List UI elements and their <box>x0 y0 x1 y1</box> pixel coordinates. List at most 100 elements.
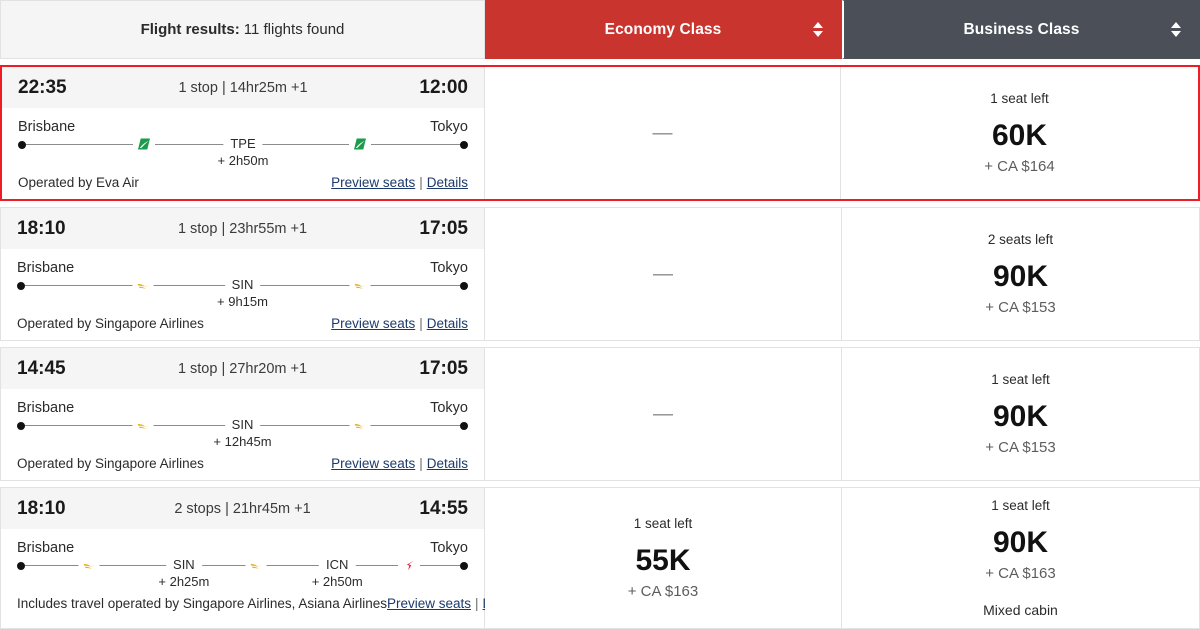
preview-seats-link[interactable]: Preview seats <box>387 596 471 611</box>
route-destination-dot <box>460 421 468 430</box>
origin-city: Brisbane <box>18 119 76 135</box>
business-fare-cell[interactable]: 1 seat left 90K + CA $153 <box>842 347 1200 481</box>
flight-time-strip: 18:10 2 stops | 21hr45m +1 14:55 <box>1 488 484 529</box>
flight-time-strip: 14:45 1 stop | 27hr20m +1 17:05 <box>1 348 484 389</box>
results-table-header: Flight results: 11 flights found Economy… <box>0 0 1200 59</box>
departure-time: 14:45 <box>17 357 66 379</box>
table-row[interactable]: 18:10 1 stop | 23hr55m +1 17:05 Brisbane Tok… <box>0 207 1200 341</box>
city-line: Brisbane Tokyo <box>17 260 468 276</box>
seats-left-label: 1 seat left <box>991 498 1050 513</box>
row-action-links: Preview seats | Details <box>331 456 468 471</box>
route-area: Brisbane Tokyo SIN + 12h45m <box>1 389 484 449</box>
details-link[interactable]: Details <box>427 316 468 331</box>
business-class-label: Business Class <box>963 20 1080 38</box>
flight-itinerary-cell[interactable]: 22:35 1 stop | 14hr25m +1 12:00 Brisbane Tok… <box>2 67 485 199</box>
destination-city: Tokyo <box>430 119 468 135</box>
city-line: Brisbane Tokyo <box>18 119 468 135</box>
business-fare-cell[interactable]: 2 seats left 90K + CA $153 <box>842 207 1200 341</box>
layover-airport-code: SIN <box>166 558 202 571</box>
destination-city: Tokyo <box>430 540 468 556</box>
fare-cash-amount: + CA $164 <box>984 157 1055 175</box>
economy-fare-cell: — <box>485 347 842 481</box>
fare-cash-amount: + CA $163 <box>985 564 1056 582</box>
departure-time: 22:35 <box>18 76 67 98</box>
operating-airline-text: Operated by Singapore Airlines <box>17 456 204 471</box>
fare-cash-amount: + CA $153 <box>985 298 1056 316</box>
origin-city: Brisbane <box>17 400 75 416</box>
layover-duration: + 2h50m <box>311 574 363 589</box>
route-area: Brisbane Tokyo TPE + 2h50m <box>2 108 484 168</box>
route-path: SIN + 9h15m <box>17 278 468 309</box>
origin-city: Brisbane <box>17 260 75 276</box>
stops-and-duration: 2 stops | 21hr45m +1 <box>174 500 311 517</box>
business-class-header-sort[interactable]: Business Class <box>842 0 1200 59</box>
route-origin-dot <box>18 140 26 149</box>
arrival-time: 12:00 <box>419 76 468 98</box>
fare-cash-amount: + CA $153 <box>985 438 1056 456</box>
flight-time-strip: 18:10 1 stop | 23hr55m +1 17:05 <box>1 208 484 249</box>
operator-line: Operated by Singapore Airlines Preview se… <box>1 316 484 340</box>
destination-city: Tokyo <box>430 400 468 416</box>
economy-class-label: Economy Class <box>604 20 722 38</box>
seats-left-label: 1 seat left <box>991 372 1050 388</box>
preview-seats-link[interactable]: Preview seats <box>331 175 415 190</box>
flight-results-value: 11 flights found <box>243 21 345 38</box>
layover-duration: + 2h25m <box>158 574 210 589</box>
singapore-airlines-bird-icon <box>132 278 154 292</box>
table-row[interactable]: 22:35 1 stop | 14hr25m +1 12:00 Brisbane Tok… <box>0 65 1200 201</box>
singapore-airlines-bird-icon <box>349 278 371 292</box>
row-action-links: Preview seats | Details <box>331 175 468 190</box>
singapore-airlines-bird-icon <box>349 418 371 432</box>
operating-airline-text: Operated by Eva Air <box>18 175 139 190</box>
flight-results-list: 22:35 1 stop | 14hr25m +1 12:00 Brisbane Tok… <box>0 65 1200 629</box>
route-destination-dot <box>460 140 468 149</box>
business-fare-cell[interactable]: 1 seat left 90K + CA $163 Mixed cabin <box>842 487 1200 629</box>
preview-seats-link[interactable]: Preview seats <box>331 456 415 471</box>
city-line: Brisbane Tokyo <box>17 540 468 556</box>
flight-itinerary-cell[interactable]: 14:45 1 stop | 27hr20m +1 17:05 Brisbane Tok… <box>0 347 485 481</box>
layover-airport-code: SIN <box>224 418 261 431</box>
route-area: Brisbane Tokyo SIN + 9h15m <box>1 249 484 309</box>
economy-class-header-sort[interactable]: Economy Class <box>485 0 842 59</box>
singapore-airlines-bird-icon <box>132 418 154 432</box>
route-origin-dot <box>17 421 25 430</box>
flight-results-label: Flight results: <box>140 21 240 38</box>
flight-itinerary-cell[interactable]: 18:10 2 stops | 21hr45m +1 14:55 Brisbane To… <box>0 487 524 629</box>
origin-city: Brisbane <box>17 540 75 556</box>
table-row[interactable]: 14:45 1 stop | 27hr20m +1 17:05 Brisbane Tok… <box>0 347 1200 481</box>
table-row[interactable]: 18:10 2 stops | 21hr45m +1 14:55 Brisbane To… <box>0 487 1200 629</box>
route-area: Brisbane Tokyo SIN + 2h25m ICN + 2h50m <box>1 529 484 589</box>
fare-unavailable: — <box>653 263 673 285</box>
sort-updown-icon <box>813 21 823 39</box>
link-separator: | <box>475 596 479 611</box>
route-path: TPE + 2h50m <box>18 137 468 168</box>
fare-cash-amount: + CA $163 <box>627 582 699 600</box>
layover-duration: + 9h15m <box>217 294 268 309</box>
layover-duration: + 12h45m <box>213 434 272 449</box>
stops-and-duration: 1 stop | 27hr20m +1 <box>177 360 308 377</box>
details-link[interactable]: Details <box>427 175 468 190</box>
route-origin-dot <box>17 561 25 570</box>
details-link[interactable]: Details <box>427 456 468 471</box>
flight-results-count: Flight results: 11 flights found <box>0 0 485 59</box>
route-origin-dot <box>17 281 25 290</box>
fare-miles-amount: 90K <box>992 400 1049 434</box>
stops-and-duration: 1 stop | 23hr55m +1 <box>177 220 308 237</box>
link-separator: | <box>419 175 423 190</box>
operator-line: Includes travel operated by Singapore Ai… <box>1 596 524 620</box>
economy-fare-cell[interactable]: 1 seat left 55K + CA $163 <box>485 487 842 629</box>
layover-duration: + 2h50m <box>217 153 269 168</box>
route-path: SIN + 12h45m <box>17 418 468 449</box>
route-path: SIN + 2h25m ICN + 2h50m <box>17 558 468 589</box>
preview-seats-link[interactable]: Preview seats <box>331 316 415 331</box>
row-action-links: Preview seats | Details <box>331 316 468 331</box>
operator-line: Operated by Singapore Airlines Preview se… <box>1 456 484 480</box>
flight-time-strip: 22:35 1 stop | 14hr25m +1 12:00 <box>2 67 484 108</box>
business-fare-cell[interactable]: 1 seat left 60K + CA $164 <box>841 67 1198 199</box>
fare-miles-amount: 60K <box>991 119 1048 153</box>
fare-miles-amount: 55K <box>635 544 691 577</box>
fare-miles-amount: 90K <box>992 260 1049 294</box>
arrival-time: 17:05 <box>419 217 468 239</box>
seats-left-label: 1 seat left <box>633 516 693 531</box>
flight-itinerary-cell[interactable]: 18:10 1 stop | 23hr55m +1 17:05 Brisbane Tok… <box>0 207 485 341</box>
